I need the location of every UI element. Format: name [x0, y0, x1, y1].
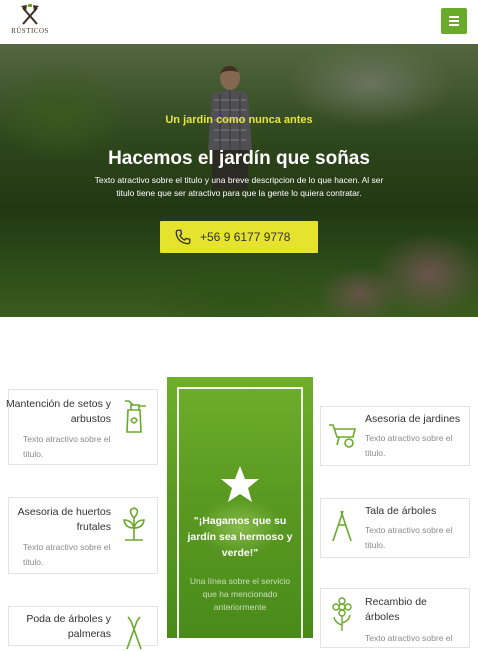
service-title: Tala de árboles — [365, 505, 437, 517]
promo-title: "¡Hagamos que su jardín sea hermoso y ve… — [187, 515, 293, 559]
service-card-setos[interactable]: Mantención de setos y arbustos Texto atr… — [6, 389, 158, 465]
promo-banner: "¡Hagamos que su jardín sea hermoso y ve… — [167, 377, 313, 638]
hamburger-icon — [449, 16, 459, 18]
service-desc: Texto atractivo sobre el titulo. — [365, 433, 453, 458]
hero-title: Hacemos el jardín que soñas — [108, 148, 370, 169]
flower-icon — [332, 597, 352, 631]
service-desc: Texto atractivo sobre el — [365, 633, 453, 643]
logo-text: RÚSTICOS — [11, 27, 49, 35]
phone-number: +56 9 6177 9778 — [200, 230, 291, 244]
menu-button[interactable] — [441, 8, 467, 34]
call-button[interactable]: +56 9 6177 9778 — [160, 221, 318, 253]
service-card-huertos[interactable]: Asesoria de huertos frutales Texto atrac… — [8, 497, 158, 574]
service-card-jardines[interactable]: Asesoria de jardines Texto atractivo sob… — [320, 406, 470, 466]
logo[interactable]: RÚSTICOS — [8, 4, 52, 40]
service-title: Asesoria de jardines — [365, 413, 461, 425]
service-title: Recambio de árboles — [365, 596, 427, 623]
service-desc: Texto atractivo sobre el titulo. — [23, 542, 111, 567]
pruning-shears-icon — [332, 510, 352, 542]
service-card-poda[interactable]: Poda de árboles y palmeras — [8, 606, 158, 650]
hero-banner: Un jardin como nunca antes Hacemos el ja… — [0, 44, 478, 317]
site-header: RÚSTICOS — [0, 0, 478, 44]
promo-subtitle: Una línea sobre el servicio que ha menci… — [189, 576, 291, 612]
hero-description: Texto atractivo sobre el titulo y una br… — [94, 175, 384, 198]
service-desc: Texto atractivo sobre el titulo. — [23, 434, 111, 459]
axes-logo-icon — [21, 4, 39, 25]
service-card-recambio[interactable]: Recambio de árboles Texto atractivo sobr… — [320, 588, 470, 648]
service-title: Asesoria de huertos frutales — [17, 506, 111, 533]
shears-icon — [126, 616, 142, 650]
wheelbarrow-icon — [329, 424, 357, 448]
service-desc: Texto atractivo sobre el titulo. — [365, 525, 453, 550]
sprout-icon — [123, 507, 145, 541]
service-title: Mantención de setos y arbustos — [5, 398, 111, 425]
service-card-tala[interactable]: Tala de árboles Texto atractivo sobre el… — [320, 498, 470, 558]
spray-bottle-icon — [125, 400, 146, 433]
star-icon — [221, 466, 259, 502]
hero-tagline: Un jardin como nunca antes — [165, 114, 313, 126]
phone-icon — [175, 229, 191, 245]
